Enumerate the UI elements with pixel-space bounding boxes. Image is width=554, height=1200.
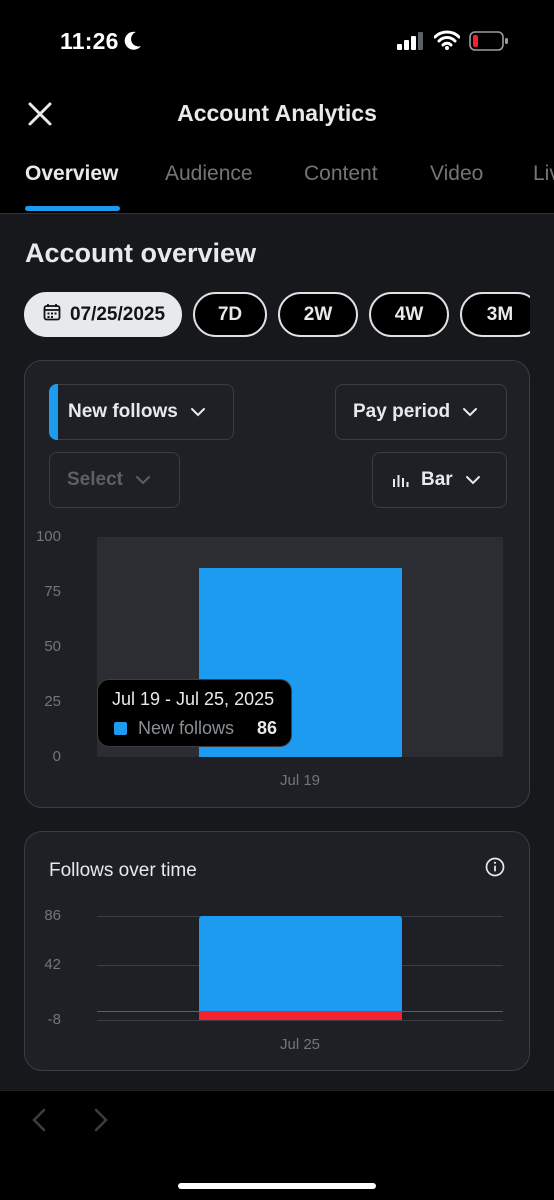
- x-tick-label: Jul 19: [279, 772, 321, 789]
- follows-over-time-card: Follows over time 86 42 -8 Jul 25: [24, 831, 530, 1071]
- date-chip-label: 07/25/2025: [69, 303, 166, 325]
- tab-video[interactable]: Video: [430, 162, 483, 186]
- chevron-right-icon: [94, 1108, 108, 1137]
- date-chip-7d[interactable]: 7D: [193, 292, 267, 337]
- date-chip-4w[interactable]: 4W: [369, 292, 449, 337]
- y-tick-label: 50: [44, 638, 61, 655]
- bar-unfollows: [198, 1011, 402, 1020]
- comparison-select-dropdown[interactable]: Select: [49, 452, 180, 508]
- tab-content[interactable]: Content: [304, 162, 378, 186]
- tooltip-value: 86: [256, 718, 277, 738]
- metric-dropdown[interactable]: New follows: [49, 384, 234, 440]
- y-tick-label: 86: [44, 907, 61, 924]
- metric-color-indicator: [49, 384, 58, 440]
- new-follows-chart-card: New follows Pay period Select Bar 100 75…: [24, 360, 530, 808]
- forward-button[interactable]: [86, 1107, 116, 1137]
- grid-line: [97, 1020, 503, 1021]
- chevron-down-icon: [190, 401, 206, 423]
- chevron-left-icon: [32, 1108, 46, 1137]
- chevron-down-icon: [465, 469, 481, 491]
- tab-audience[interactable]: Audience: [165, 162, 253, 186]
- tab-live[interactable]: Live: [533, 162, 554, 186]
- date-range-chips: 07/25/2025 7D 2W 4W 3M: [24, 292, 530, 338]
- period-dropdown-label: Pay period: [353, 401, 451, 422]
- y-tick-label: 100: [35, 528, 61, 545]
- period-dropdown[interactable]: Pay period: [335, 384, 507, 440]
- chart-type-label: Bar: [421, 469, 453, 490]
- bar-chart-icon: [393, 473, 409, 487]
- follows-over-time-title: Follows over time: [49, 860, 197, 881]
- info-icon[interactable]: [485, 857, 505, 882]
- metric-dropdown-label: New follows: [68, 401, 178, 422]
- section-title: Account overview: [25, 238, 257, 268]
- header-bar: Account Analytics: [0, 84, 554, 146]
- y-tick-label: 25: [44, 693, 61, 710]
- y-tick-label: 42: [44, 955, 61, 973]
- y-tick-label: 75: [44, 583, 61, 600]
- tooltip-series-swatch: [114, 722, 127, 735]
- home-indicator: [178, 1183, 376, 1189]
- chart-tooltip: Jul 19 - Jul 25, 2025 New follows 86: [97, 679, 292, 747]
- tab-bar: Overview Audience Content Video Live: [0, 146, 554, 214]
- bottom-browser-bar: [0, 1090, 554, 1200]
- page-title: Account Analytics: [177, 100, 377, 126]
- y-tick-label: -8: [47, 1011, 61, 1028]
- x-tick-label: Jul 25: [279, 1036, 321, 1053]
- chevron-down-icon: [462, 401, 478, 423]
- chevron-down-icon: [135, 469, 151, 491]
- status-bar: 11:26: [0, 0, 554, 84]
- back-button[interactable]: [24, 1107, 54, 1137]
- date-chip-3m[interactable]: 3M: [460, 292, 530, 337]
- tab-active-indicator: [25, 206, 120, 211]
- date-chip-2w[interactable]: 2W: [278, 292, 358, 337]
- tooltip-series-name: New follows: [138, 718, 235, 738]
- y-tick-label: 0: [52, 748, 61, 765]
- tab-overview[interactable]: Overview: [25, 162, 118, 186]
- battery-icon: [469, 30, 509, 57]
- cellular-signal-icon: [397, 32, 425, 55]
- main-content: Account overview 07/25/2025 7D 2W 4W 3M …: [0, 214, 554, 1090]
- wifi-icon: [433, 30, 461, 55]
- bar-new-follows: [198, 916, 402, 1012]
- status-time: 11:26: [60, 28, 119, 54]
- date-chip-custom[interactable]: 07/25/2025: [24, 292, 182, 337]
- chart-type-dropdown[interactable]: Bar: [372, 452, 507, 508]
- calendar-icon: [43, 303, 61, 327]
- select-dropdown-label: Select: [67, 469, 123, 490]
- moon-icon: [123, 30, 143, 57]
- tooltip-date-range: Jul 19 - Jul 25, 2025: [112, 689, 275, 709]
